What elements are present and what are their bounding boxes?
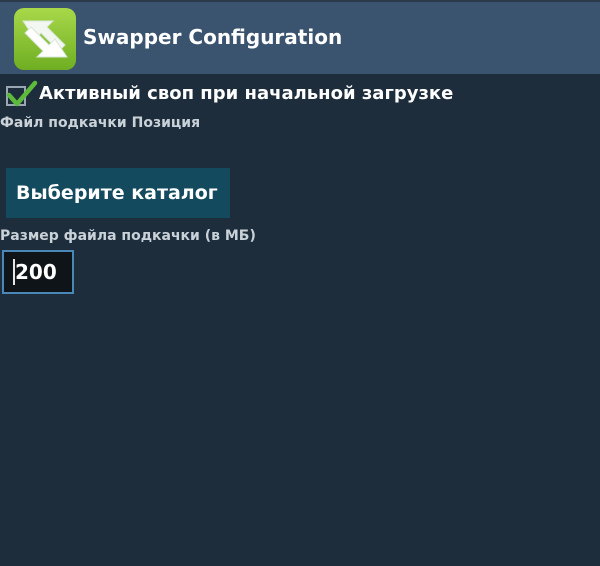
active-swap-label[interactable]: Активный своп при начальной загрузке — [39, 83, 453, 104]
app-title: Swapper Configuration — [83, 25, 343, 49]
active-swap-checkbox[interactable] — [4, 80, 38, 107]
swap-position-label: Файл подкачки Позиция — [0, 115, 201, 131]
text-cursor — [13, 259, 15, 285]
choose-directory-button[interactable]: Выберите каталог — [6, 168, 230, 218]
checkmark-icon — [6, 80, 38, 107]
swap-size-label: Размер файла подкачки (в МБ) — [0, 228, 256, 244]
swapper-app-icon — [14, 8, 76, 70]
active-swap-setting[interactable]: Активный своп при начальной загрузке — [4, 78, 453, 108]
title-bar: Swapper Configuration — [0, 2, 600, 74]
